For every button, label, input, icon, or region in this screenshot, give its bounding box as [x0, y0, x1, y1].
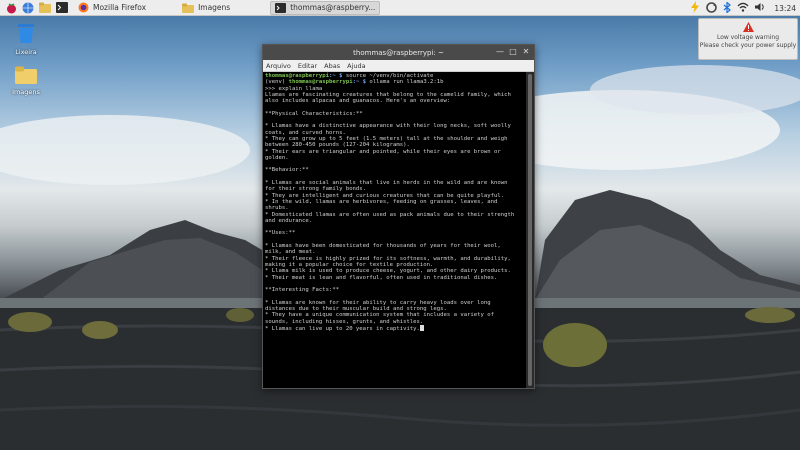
- menu-editar[interactable]: Editar: [298, 62, 317, 70]
- taskbar-item-label: Mozilla Firefox: [93, 3, 147, 12]
- menu-ajuda[interactable]: Ajuda: [347, 62, 365, 70]
- clock[interactable]: 13:24: [774, 4, 796, 13]
- wifi-icon[interactable]: [737, 2, 749, 14]
- model-output: >>> explain llama Llamas are fascinating…: [265, 85, 515, 332]
- venv-label: (venv): [265, 79, 289, 86]
- window-title: thommas@raspberrypi: ~: [353, 48, 444, 57]
- prompt-user: thommas@raspberrypi: [288, 79, 353, 86]
- desktop-icon-label: Imagens: [12, 88, 40, 96]
- close-button[interactable]: ✕: [521, 47, 531, 57]
- prompt-path: :~ $: [329, 73, 343, 79]
- updates-icon[interactable]: [706, 1, 718, 15]
- taskbar-item-label: thommas@raspberry...: [290, 3, 376, 12]
- menu-arquivo[interactable]: Arquivo: [266, 62, 291, 70]
- command-text: source ~/venv/bin/activate: [342, 73, 434, 79]
- maximize-button[interactable]: □: [508, 47, 518, 57]
- minimize-button[interactable]: —: [495, 47, 505, 57]
- taskbar-item-terminal[interactable]: thommas@raspberry...: [270, 0, 381, 15]
- terminal-icon: [275, 2, 287, 13]
- terminal-output[interactable]: thommas@raspberrypi:~ $ source ~/venv/bi…: [263, 72, 526, 388]
- trash-icon: [18, 24, 34, 43]
- text-cursor: [419, 324, 424, 331]
- taskbar-item-imagens[interactable]: Imagens: [178, 1, 234, 15]
- notification-title: Low voltage warning: [716, 34, 780, 41]
- raspberry-menu-icon[interactable]: [5, 2, 17, 14]
- notification-message: Please check your power supply: [699, 42, 797, 49]
- folder-icon: [15, 66, 37, 84]
- low-voltage-icon[interactable]: [690, 1, 700, 15]
- taskbar: Mozilla Firefox Imagens thommas@raspberr…: [0, 0, 800, 16]
- file-manager-icon[interactable]: [39, 2, 51, 14]
- desktop-icon-trash[interactable]: Lixeira: [6, 22, 46, 56]
- terminal-window[interactable]: thommas@raspberrypi: ~ — □ ✕ Arquivo Edi…: [262, 44, 535, 389]
- folder-icon: [182, 3, 195, 13]
- terminal-menubar: Arquivo Editar Abas Ajuda: [263, 60, 534, 72]
- bluetooth-icon[interactable]: [723, 0, 732, 15]
- prompt-user: thommas@raspberrypi: [265, 73, 329, 79]
- menu-abas[interactable]: Abas: [324, 62, 340, 70]
- taskbar-item-firefox[interactable]: Mozilla Firefox: [74, 1, 150, 15]
- low-voltage-notification[interactable]: Low voltage warning Please check your po…: [698, 18, 798, 60]
- desktop-icon-label: Lixeira: [15, 48, 37, 56]
- prompt-path: :~ $: [352, 79, 367, 86]
- warning-icon: [742, 22, 754, 32]
- firefox-icon: [78, 2, 89, 13]
- scrollbar-thumb[interactable]: [528, 74, 532, 386]
- web-browser-icon[interactable]: [22, 2, 34, 14]
- taskbar-item-label: Imagens: [198, 3, 231, 12]
- volume-icon[interactable]: [755, 2, 766, 14]
- scrollbar[interactable]: [526, 72, 534, 388]
- desktop-icon-imagens[interactable]: Imagens: [6, 66, 46, 96]
- window-titlebar[interactable]: thommas@raspberrypi: ~ — □ ✕: [263, 45, 534, 60]
- terminal-launcher-icon[interactable]: [56, 2, 68, 14]
- command-text: ollama run llama3.2:1b: [366, 79, 444, 86]
